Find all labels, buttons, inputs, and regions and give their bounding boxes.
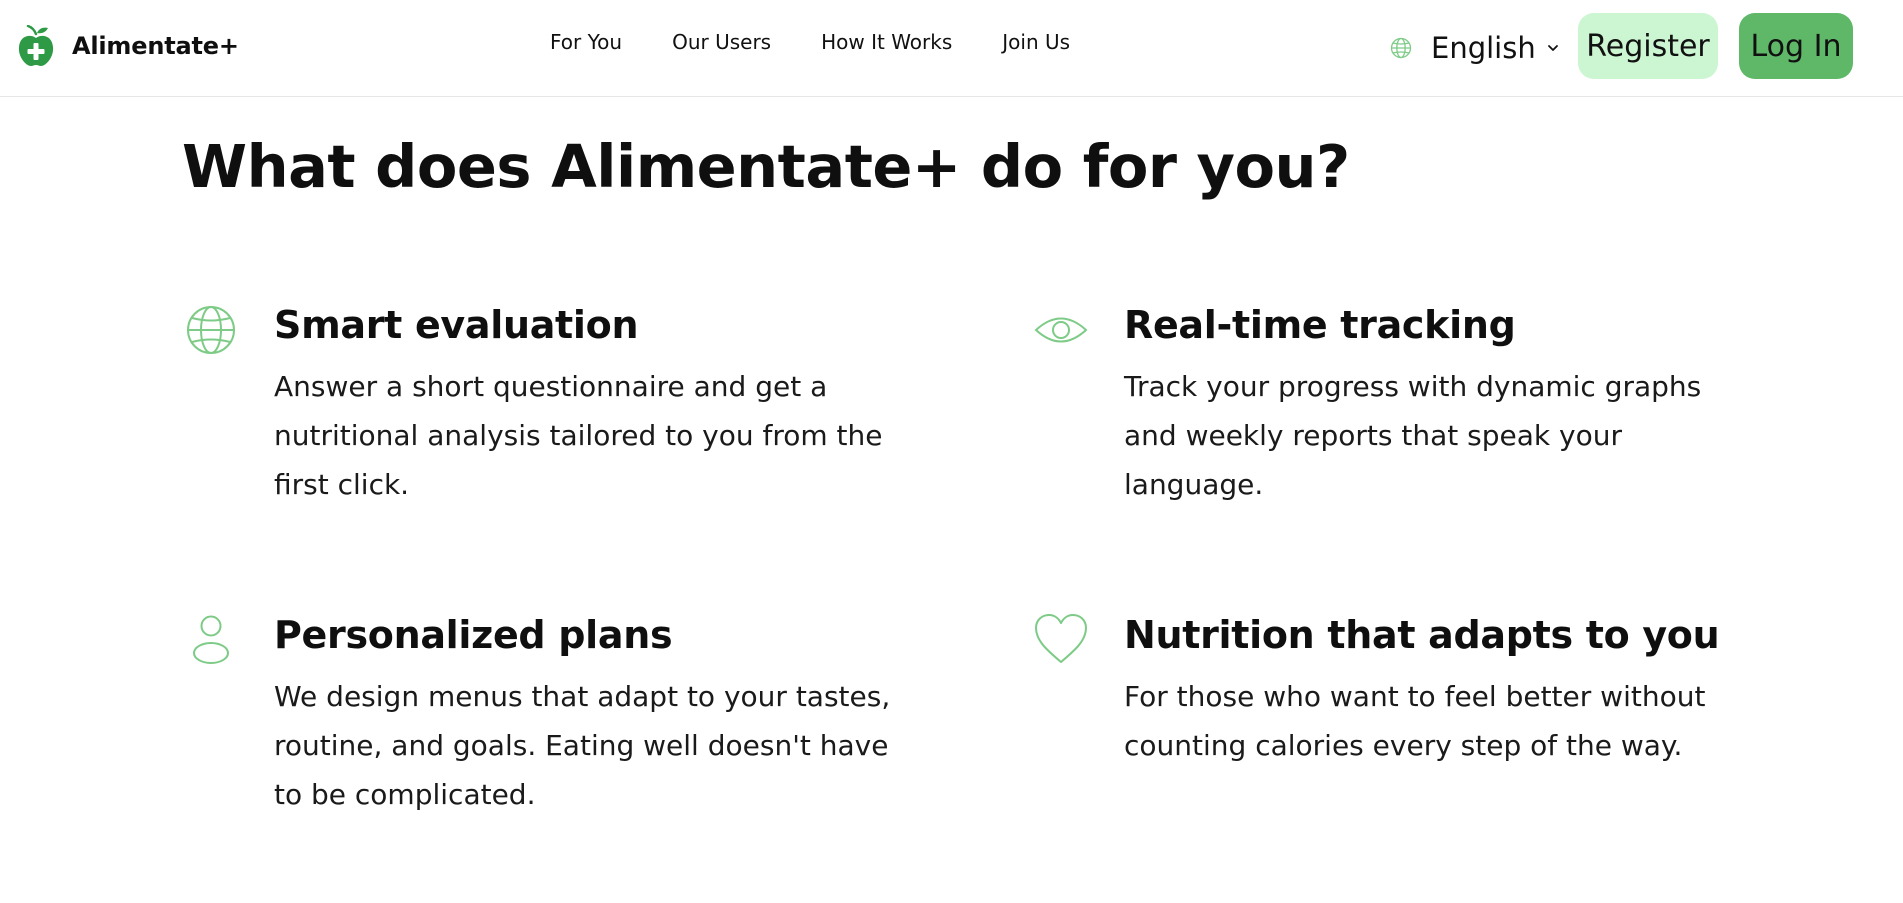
feature-title: Nutrition that adapts to you: [1124, 613, 1720, 657]
user-icon: [193, 615, 229, 664]
eye-icon: [1034, 317, 1088, 343]
site-header: Alimentate+ For You Our Users How It Wor…: [0, 0, 1903, 97]
feature-description: Track your progress with dynamic graphs …: [1124, 370, 1702, 501]
feature-title: Personalized plans: [274, 613, 673, 657]
globe-icon: [1390, 37, 1412, 59]
apple-plus-icon: [18, 25, 54, 66]
feature-description: We design menus that adapt to your taste…: [274, 680, 891, 811]
language-selector[interactable]: English: [1390, 31, 1560, 65]
nav-link-how-it-works[interactable]: How It Works: [821, 30, 952, 54]
feature-title: Real-time tracking: [1124, 303, 1516, 347]
globe-icon: [187, 306, 235, 354]
brand-name: Alimentate+: [72, 32, 239, 60]
page-title: What does Alimentate+ do for you?: [182, 132, 1350, 201]
login-button[interactable]: Log In: [1739, 13, 1853, 79]
nav-link-our-users[interactable]: Our Users: [672, 30, 771, 54]
register-button[interactable]: Register: [1578, 13, 1718, 79]
nav-link-join-us[interactable]: Join Us: [1002, 30, 1070, 54]
feature-description: Answer a short questionnaire and get a n…: [274, 370, 883, 501]
feature-title: Smart evaluation: [274, 303, 639, 347]
nav-link-for-you[interactable]: For You: [550, 30, 622, 54]
brand[interactable]: Alimentate+: [17, 25, 239, 67]
language-label: English: [1431, 31, 1536, 65]
main-nav: For You Our Users How It Works Join Us: [550, 30, 1120, 54]
chevron-down-icon: [1547, 45, 1558, 51]
feature-description: For those who want to feel better withou…: [1124, 680, 1706, 762]
heart-icon: [1035, 614, 1087, 663]
